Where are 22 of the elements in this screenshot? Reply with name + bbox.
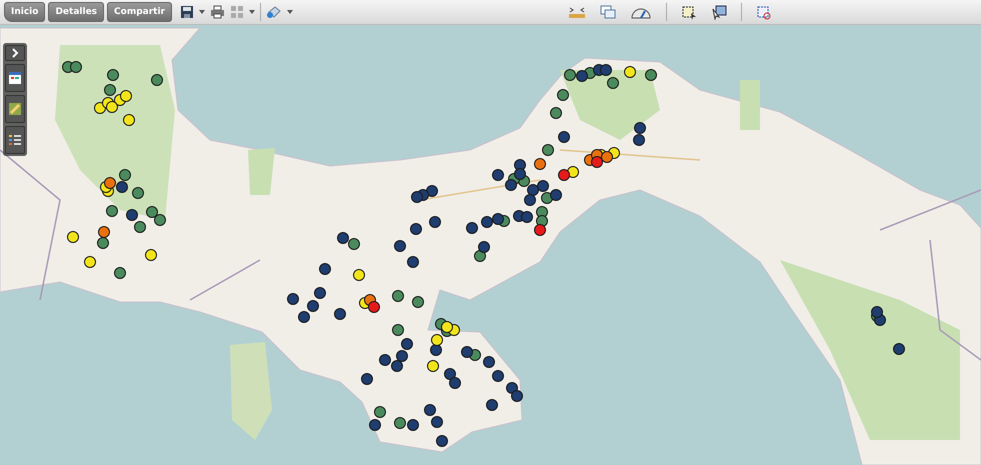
toolbar-button[interactable]: Detalles [48,2,104,22]
caret-icon[interactable] [287,10,293,14]
list-icon [8,133,22,147]
printer-icon[interactable] [210,5,225,19]
table-icon[interactable] [600,5,616,19]
panel-button[interactable] [5,126,25,154]
toolbar-button[interactable]: Inicio [4,2,46,22]
panel-button[interactable] [5,64,25,92]
expand-button[interactable] [5,45,25,61]
caret-icon[interactable] [199,10,205,14]
pen-icon[interactable] [266,5,282,19]
legend-window-icon [8,71,22,85]
zoom-select-icon[interactable] [756,4,772,20]
chevron-icon [11,48,19,58]
select-icon[interactable] [681,4,697,20]
caret-icon[interactable] [249,10,255,14]
pencil-icon [8,102,22,116]
panel-button[interactable] [5,95,25,123]
save-icon[interactable] [180,5,194,19]
clear-selection-icon[interactable] [711,4,727,20]
ruler-icon[interactable] [568,5,586,19]
toolbar-button[interactable]: Compartir [107,2,172,22]
